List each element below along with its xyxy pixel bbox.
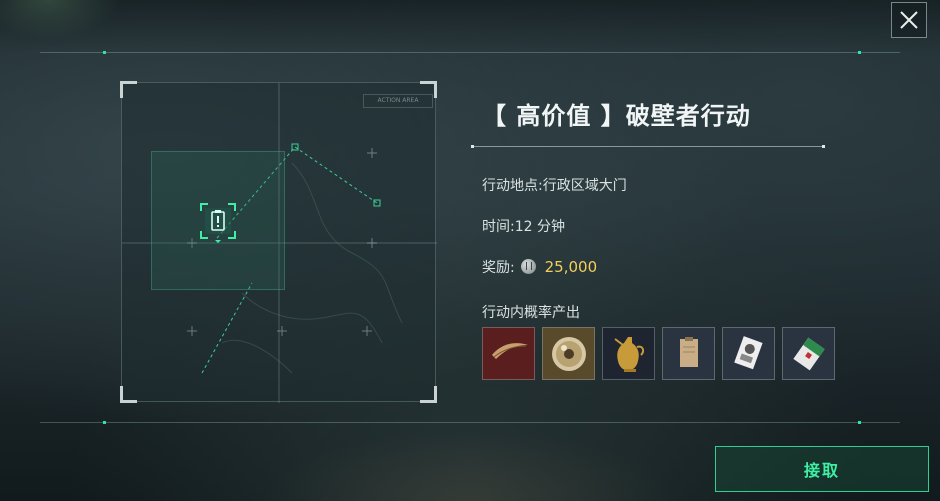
mission-title: 【 高价值 】破壁者行动 [482,102,751,130]
frame-tick [103,421,106,424]
reward-label: 奖励: [482,260,515,276]
close-icon [900,11,918,29]
map-corner [120,81,137,98]
cigarette-pack-item[interactable] [782,327,835,380]
cigarette-pack-icon [792,337,825,370]
title-divider [471,145,825,148]
map-corner [420,386,437,403]
disc-icon [551,336,586,371]
reward-value: 25,000 [544,258,598,276]
top-frame-line [40,52,900,53]
location-row: 行动地点:行政区域大门 [482,175,627,195]
document-item[interactable] [662,327,715,380]
location-value: 行政区域大门 [542,178,627,194]
drop-items [482,327,835,380]
document-icon [679,336,698,367]
top-shade [0,0,940,53]
location-label: 行动地点: [482,178,543,194]
drops-label: 行动内概率产出 [482,305,580,321]
golden-ewer-item[interactable] [602,327,655,380]
time-row: 时间:12 分钟 [482,216,565,236]
accept-button[interactable]: 接取 [715,446,929,492]
coin-icon [521,259,537,274]
objective-marker-icon[interactable] [200,203,236,243]
mission-map[interactable]: ACTION AREA [120,81,437,403]
feather-icon [491,342,528,359]
map-corner [120,386,137,403]
ewer-icon [613,336,644,372]
card-icon [733,335,763,369]
bottom-frame-line [40,422,900,423]
feather-item[interactable] [482,327,535,380]
map-corner [420,81,437,98]
card-item[interactable] [722,327,775,380]
time-label: 时间: [482,219,515,235]
frame-tick [103,51,106,54]
reward-row: 奖励: 25,000 [482,257,597,277]
frame-tick [858,51,861,54]
frame-tick [858,421,861,424]
close-button[interactable] [891,2,927,38]
background-terrain [260,430,680,501]
time-value: 12 分钟 [514,219,565,235]
disc-item[interactable] [542,327,595,380]
